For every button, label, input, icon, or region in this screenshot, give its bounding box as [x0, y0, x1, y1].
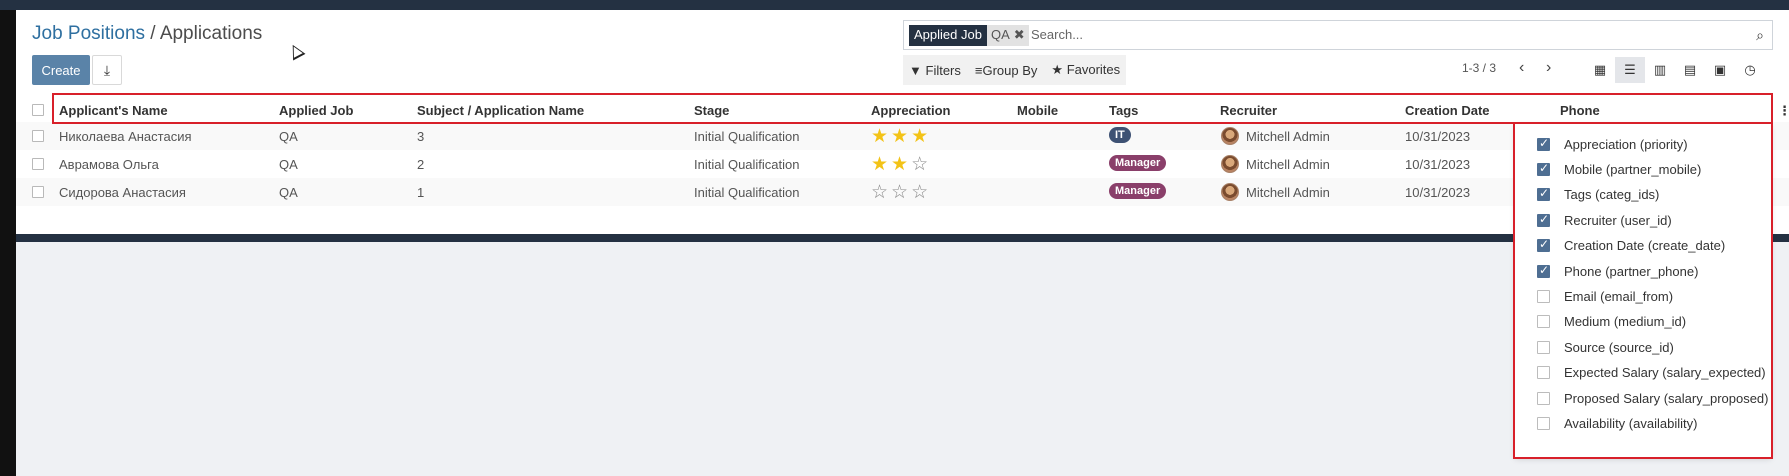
download-button[interactable]: ⤓ [92, 55, 122, 85]
star-icon: ★ [1051, 62, 1064, 77]
cell-subject: 3 [417, 129, 425, 144]
avatar [1221, 127, 1239, 145]
search-icon[interactable]: ⌕ [1756, 27, 1764, 44]
pager-value[interactable]: 1-3 / 3 [1462, 61, 1496, 75]
row-checkbox[interactable] [32, 130, 44, 142]
star-filled-icon[interactable]: ★ [871, 154, 891, 175]
calendar-view-icon[interactable]: ▤ [1675, 57, 1705, 83]
filter-bar: ▼ Filters ≡Group By ★ Favorites [903, 55, 1127, 85]
star-filled-icon[interactable]: ★ [911, 126, 931, 147]
filter-icon: ▼ [909, 62, 922, 78]
search-bar: Applied Job QA ✖ ⌕ [903, 20, 1773, 50]
cell-subject: 2 [417, 157, 425, 172]
filters-label: Filters [925, 62, 961, 78]
filters-button[interactable]: ▼ Filters [909, 63, 961, 78]
search-input[interactable] [1031, 27, 1631, 42]
pager-next-icon[interactable]: › [1546, 59, 1551, 77]
cell-stage: Initial Qualification [694, 129, 800, 144]
search-facet: Applied Job QA ✖ [909, 25, 1029, 46]
select-all-checkbox[interactable] [32, 104, 44, 116]
cell-recruiter: Mitchell Admin [1246, 157, 1330, 172]
pager-previous-icon[interactable]: ‹ [1519, 59, 1524, 77]
star-filled-icon[interactable]: ★ [891, 154, 911, 175]
download-icon: ⤓ [103, 62, 111, 78]
priority-stars[interactable]: ★★★ [871, 125, 931, 148]
star-empty-icon[interactable]: ☆ [911, 182, 931, 203]
star-empty-icon[interactable]: ☆ [911, 154, 931, 175]
highlight-dropdown-box [1513, 122, 1773, 459]
top-navbar [0, 0, 1789, 10]
cell-stage: Initial Qualification [694, 185, 800, 200]
star-filled-icon[interactable]: ★ [891, 126, 911, 147]
view-switcher: ▦ ☰ ▥ ▤ ▣ ◷ [1585, 57, 1765, 83]
facet-category: Applied Job [909, 25, 987, 46]
breadcrumb-parent[interactable]: Job Positions [32, 23, 145, 44]
tag-badge: Manager [1109, 183, 1167, 199]
cell-applied-job: QA [279, 157, 298, 172]
star-filled-icon[interactable]: ★ [871, 126, 891, 147]
groupby-label: Group By [982, 62, 1038, 78]
favorites-button[interactable]: ★ Favorites [1051, 62, 1120, 78]
cell-stage: Initial Qualification [694, 157, 800, 172]
cell-subject: 1 [417, 185, 425, 200]
avatar [1221, 155, 1239, 173]
cell-creation-date: 10/31/2023 [1405, 185, 1471, 200]
cell-recruiter: Mitchell Admin [1246, 129, 1330, 144]
optional-columns-toggle-icon[interactable]: ⋮ [1778, 103, 1789, 119]
create-button[interactable]: Create [32, 55, 90, 85]
cell-creation-date: 10/31/2023 [1405, 129, 1471, 144]
facet-value: QA [986, 25, 1014, 46]
row-checkbox[interactable] [32, 158, 44, 170]
cell-applicant-name: Авpамова Ольга [59, 157, 159, 172]
facet-remove-icon[interactable]: ✖ [1013, 25, 1029, 46]
priority-stars[interactable]: ☆☆☆ [871, 181, 931, 204]
list-view-icon[interactable]: ☰ [1615, 57, 1645, 83]
breadcrumb-current: Applications [159, 23, 263, 44]
cell-creation-date: 10/31/2023 [1405, 157, 1471, 172]
priority-stars[interactable]: ★★☆ [871, 153, 931, 176]
activity-view-icon[interactable]: ◷ [1735, 57, 1765, 83]
row-checkbox[interactable] [32, 186, 44, 198]
kanban-view-icon[interactable]: ▦ [1585, 57, 1615, 83]
cell-applied-job: QA [279, 185, 298, 200]
star-empty-icon[interactable]: ☆ [871, 182, 891, 203]
tag-badge: IT [1109, 127, 1131, 143]
graph-view-icon[interactable]: ▥ [1645, 57, 1675, 83]
cell-applied-job: QA [279, 129, 298, 144]
star-empty-icon[interactable]: ☆ [891, 182, 911, 203]
cell-applicant-name: Николаева Анастасия [59, 129, 192, 144]
pivot-view-icon[interactable]: ▣ [1705, 57, 1735, 83]
breadcrumb-separator: / [145, 23, 160, 44]
avatar [1221, 183, 1239, 201]
groupby-button[interactable]: ≡Group By [975, 63, 1038, 78]
breadcrumb: Job Positions / Applications [32, 23, 262, 45]
cell-recruiter: Mitchell Admin [1246, 185, 1330, 200]
tag-badge: Manager [1109, 155, 1167, 171]
cell-applicant-name: Сидорова Анастасия [59, 185, 186, 200]
favorites-label: Favorites [1066, 62, 1121, 77]
left-edge [0, 10, 16, 476]
highlight-header-box [52, 93, 1773, 124]
